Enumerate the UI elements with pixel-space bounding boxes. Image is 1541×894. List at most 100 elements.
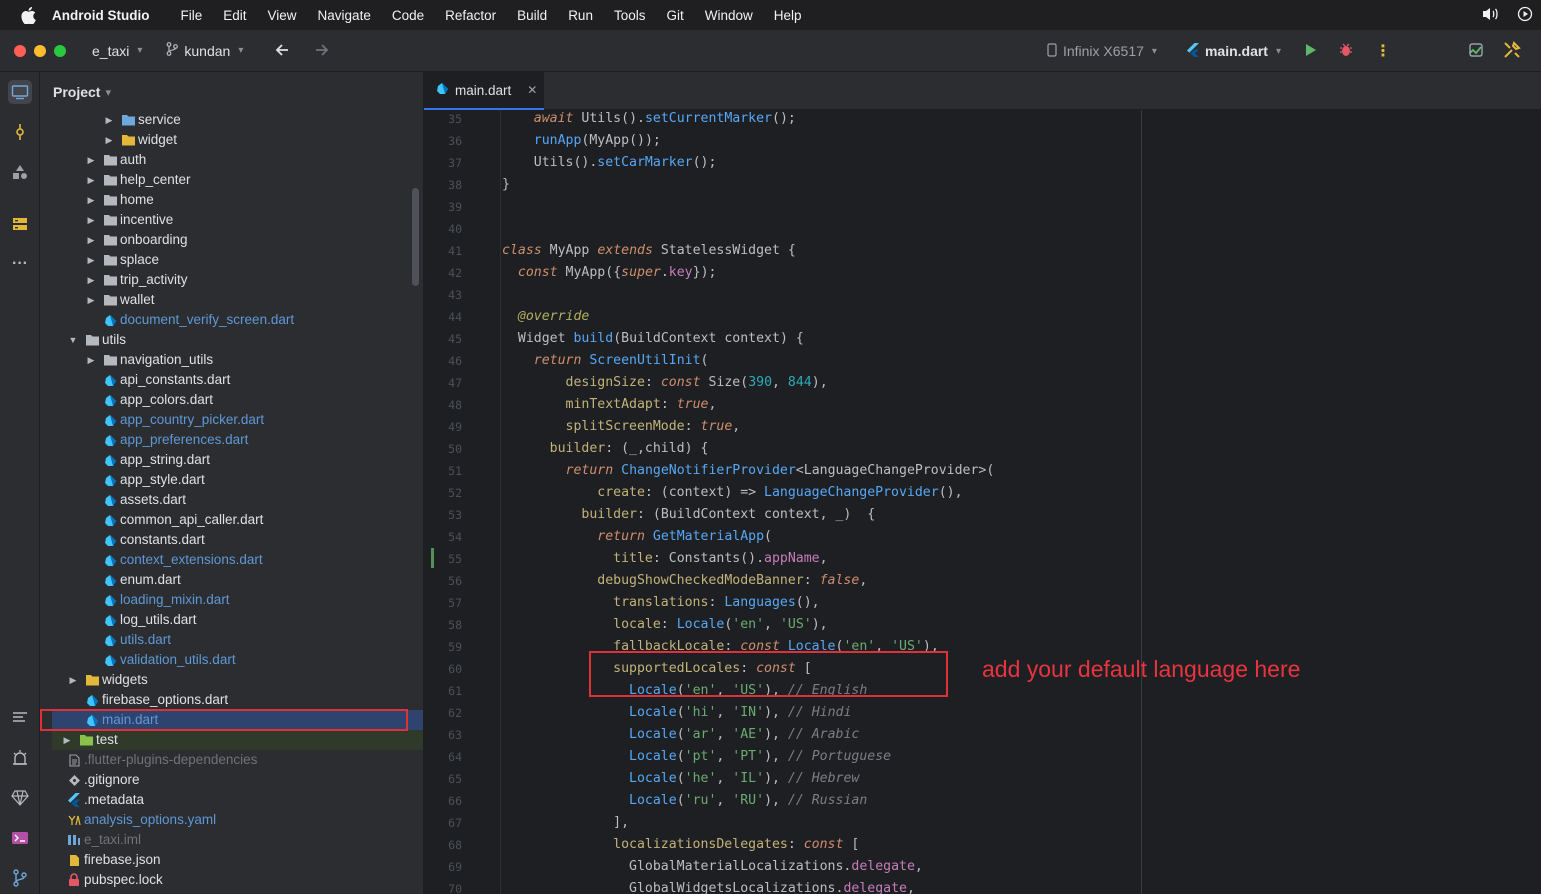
code-line[interactable]: 35 await Utils().setCurrentMarker(); — [424, 108, 1541, 130]
debug-icon[interactable] — [1339, 43, 1353, 60]
code-line[interactable]: 42 const MyApp({super.key}); — [424, 262, 1541, 284]
tree-item[interactable]: ▶ incentive — [40, 210, 423, 230]
tree-item[interactable]: app_country_picker.dart — [40, 410, 423, 430]
menu-edit[interactable]: Edit — [223, 8, 246, 23]
tab-main-dart[interactable]: main.dart ✕ — [424, 72, 544, 110]
run-icon[interactable] — [1305, 43, 1317, 60]
back-arrow-icon[interactable] — [275, 43, 289, 59]
more-actions-icon[interactable]: ⋮ — [1375, 41, 1391, 61]
terminal-icon[interactable] — [8, 826, 32, 850]
branch-selector[interactable]: kundan ▾ — [166, 42, 243, 59]
tree-item[interactable]: ▶ widgets — [40, 670, 423, 690]
code-line[interactable]: 54 return GetMaterialApp( — [424, 526, 1541, 548]
more-tools-icon[interactable]: ··· — [8, 252, 32, 276]
tree-item[interactable]: app_preferences.dart — [40, 430, 423, 450]
tree-item[interactable]: ▶ widget — [40, 130, 423, 150]
build-tools-icon[interactable] — [1503, 40, 1521, 62]
chevron-right-icon[interactable]: ▶ — [84, 170, 98, 190]
menu-app-name[interactable]: Android Studio — [52, 8, 149, 23]
menu-git[interactable]: Git — [666, 8, 683, 23]
tree-item[interactable]: .metadata — [40, 790, 423, 810]
tree-item[interactable]: ▶ help_center — [40, 170, 423, 190]
menu-build[interactable]: Build — [517, 8, 547, 23]
apple-icon[interactable] — [18, 5, 38, 25]
code-line[interactable]: 70 GlobalWidgetsLocalizations.delegate, — [424, 878, 1541, 894]
logcat-icon[interactable] — [8, 706, 32, 730]
code-line[interactable]: 39 — [424, 196, 1541, 218]
code-line[interactable]: 67 ], — [424, 812, 1541, 834]
code-line[interactable]: 40 — [424, 218, 1541, 240]
code-line[interactable]: 65 Locale('he', 'IL'), // Hebrew — [424, 768, 1541, 790]
resource-manager-icon[interactable] — [8, 160, 32, 184]
code-line[interactable]: 55 title: Constants().appName, — [424, 548, 1541, 570]
code-line[interactable]: 44 @override — [424, 306, 1541, 328]
tree-item[interactable]: .flutter-plugins-dependencies — [40, 750, 423, 770]
tree-item[interactable]: ▶ splace — [40, 250, 423, 270]
tree-item[interactable]: loading_mixin.dart — [40, 590, 423, 610]
tree-item[interactable]: ▶ home — [40, 190, 423, 210]
chevron-right-icon[interactable]: ▶ — [84, 290, 98, 310]
project-view-icon[interactable] — [8, 80, 32, 104]
tree-item[interactable]: common_api_caller.dart — [40, 510, 423, 530]
version-control-icon[interactable] — [8, 866, 32, 890]
tree-item[interactable]: document_verify_screen.dart — [40, 310, 423, 330]
menu-navigate[interactable]: Navigate — [318, 8, 371, 23]
code-line[interactable]: 62 Locale('hi', 'IN'), // Hindi — [424, 702, 1541, 724]
chevron-right-icon[interactable]: ▶ — [84, 350, 98, 370]
code-line[interactable]: 50 builder: (_,child) { — [424, 438, 1541, 460]
chevron-right-icon[interactable]: ▶ — [66, 670, 80, 690]
code-line[interactable]: 48 minTextAdapt: true, — [424, 394, 1541, 416]
tree-item[interactable]: e_taxi.iml — [40, 830, 423, 850]
chevron-right-icon[interactable]: ▶ — [102, 110, 116, 130]
menu-window[interactable]: Window — [705, 8, 753, 23]
menu-help[interactable]: Help — [774, 8, 802, 23]
forward-arrow-icon[interactable] — [315, 43, 329, 59]
code-line[interactable]: 49 splitScreenMode: true, — [424, 416, 1541, 438]
code-line[interactable]: 66 Locale('ru', 'RU'), // Russian — [424, 790, 1541, 812]
code-line[interactable]: 38} — [424, 174, 1541, 196]
tree-item[interactable]: firebase_options.dart — [40, 690, 423, 710]
chevron-right-icon[interactable]: ▶ — [84, 270, 98, 290]
menu-run[interactable]: Run — [568, 8, 593, 23]
tree-item[interactable]: utils.dart — [40, 630, 423, 650]
menu-tools[interactable]: Tools — [614, 8, 646, 23]
tree-item[interactable]: ▶ onboarding — [40, 230, 423, 250]
app-inspection-icon[interactable] — [1467, 41, 1485, 62]
chevron-down-icon[interactable]: ▼ — [66, 330, 80, 350]
tree-item[interactable]: ▶ test — [52, 730, 423, 750]
code-line[interactable]: 46 return ScreenUtilInit( — [424, 350, 1541, 372]
tree-item[interactable]: firebase.json — [40, 850, 423, 870]
tree-item[interactable]: ▼ utils — [40, 330, 423, 350]
app-quality-icon[interactable] — [8, 746, 32, 770]
media-play-icon[interactable] — [1517, 6, 1533, 25]
code-line[interactable]: 45 Widget build(BuildContext context) { — [424, 328, 1541, 350]
menu-view[interactable]: View — [268, 8, 297, 23]
device-selector[interactable]: Infinix X6517 ▾ — [1047, 42, 1157, 60]
project-scrollbar[interactable] — [412, 188, 419, 286]
tree-item[interactable]: app_colors.dart — [40, 390, 423, 410]
tree-item[interactable]: constants.dart — [40, 530, 423, 550]
code-line[interactable]: 58 locale: Locale('en', 'US'), — [424, 614, 1541, 636]
tree-item[interactable]: ▶ navigation_utils — [40, 350, 423, 370]
code-line[interactable]: 43 — [424, 284, 1541, 306]
code-view[interactable]: 35 await Utils().setCurrentMarker(); 36 r… — [424, 110, 1541, 894]
chevron-right-icon[interactable]: ▶ — [84, 250, 98, 270]
code-line[interactable]: 47 designSize: const Size(390, 844), — [424, 372, 1541, 394]
close-icon[interactable]: ✕ — [527, 83, 537, 97]
tree-item[interactable]: app_style.dart — [40, 470, 423, 490]
project-panel-header[interactable]: Project ▾ — [40, 72, 423, 112]
volume-icon[interactable] — [1481, 6, 1501, 25]
gem-icon[interactable] — [8, 786, 32, 810]
commit-icon[interactable] — [8, 120, 32, 144]
menu-refactor[interactable]: Refactor — [445, 8, 496, 23]
code-line[interactable]: 64 Locale('pt', 'PT'), // Portuguese — [424, 746, 1541, 768]
tree-item[interactable]: assets.dart — [40, 490, 423, 510]
close-window-button[interactable] — [14, 44, 26, 57]
chevron-right-icon[interactable]: ▶ — [84, 190, 98, 210]
tree-item[interactable]: validation_utils.dart — [40, 650, 423, 670]
tree-item[interactable]: ▶ auth — [40, 150, 423, 170]
minimize-window-button[interactable] — [34, 44, 46, 57]
code-line[interactable]: 37 Utils().setCarMarker(); — [424, 152, 1541, 174]
tree-item[interactable]: log_utils.dart — [40, 610, 423, 630]
code-line[interactable]: 51 return ChangeNotifierProvider<Languag… — [424, 460, 1541, 482]
